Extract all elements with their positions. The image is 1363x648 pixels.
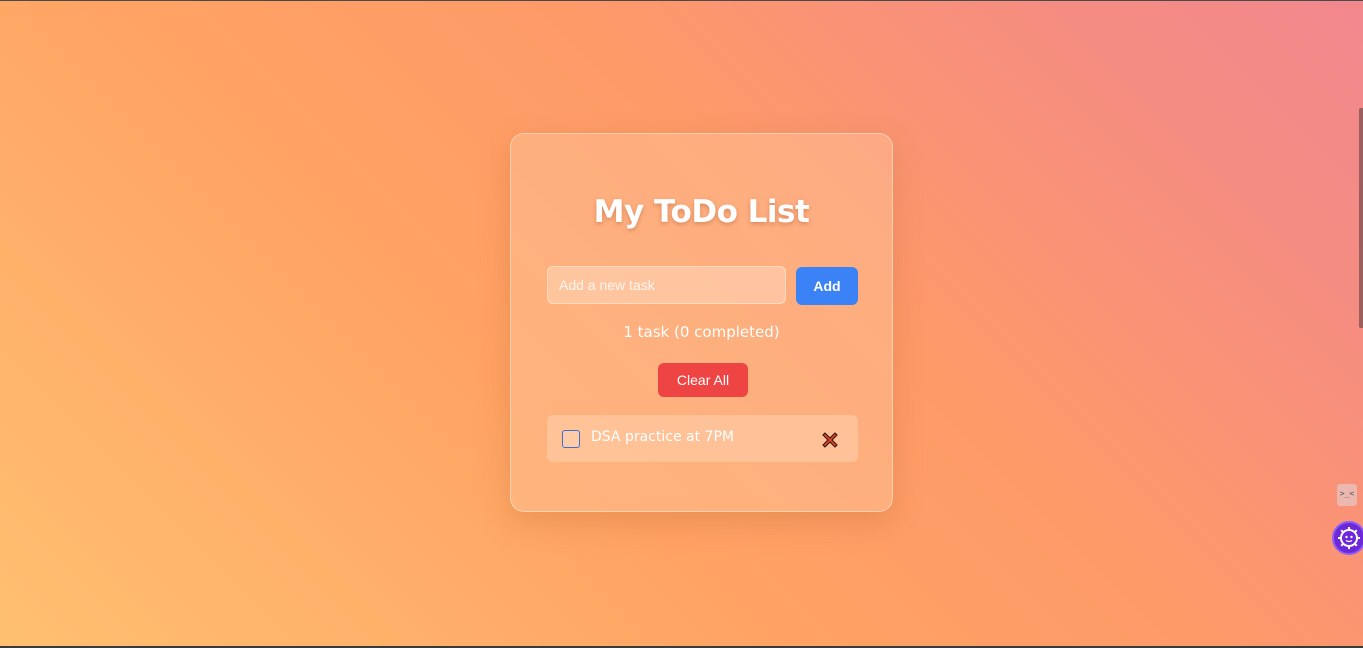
scrollbar[interactable] <box>1359 108 1363 328</box>
gear-face-icon[interactable] <box>1332 521 1363 555</box>
task-counter: 1 task (0 completed) <box>623 323 780 341</box>
code-icon[interactable]: >_< <box>1337 484 1357 506</box>
task-text: DSA practice at 7PM <box>591 429 734 445</box>
add-task-button[interactable]: Add <box>796 267 858 305</box>
delete-task-button[interactable] <box>819 429 841 451</box>
task-checkbox[interactable] <box>562 430 580 448</box>
task-list-item: DSA practice at 7PM <box>547 415 858 462</box>
cross-mark-icon <box>822 432 838 448</box>
browser-top-edge <box>0 0 1363 1</box>
new-task-input[interactable] <box>547 266 786 304</box>
todo-card: My ToDo List Add 1 task (0 completed) Cl… <box>510 133 893 512</box>
page-title: My ToDo List <box>593 194 810 230</box>
clear-all-button[interactable]: Clear All <box>658 363 748 397</box>
